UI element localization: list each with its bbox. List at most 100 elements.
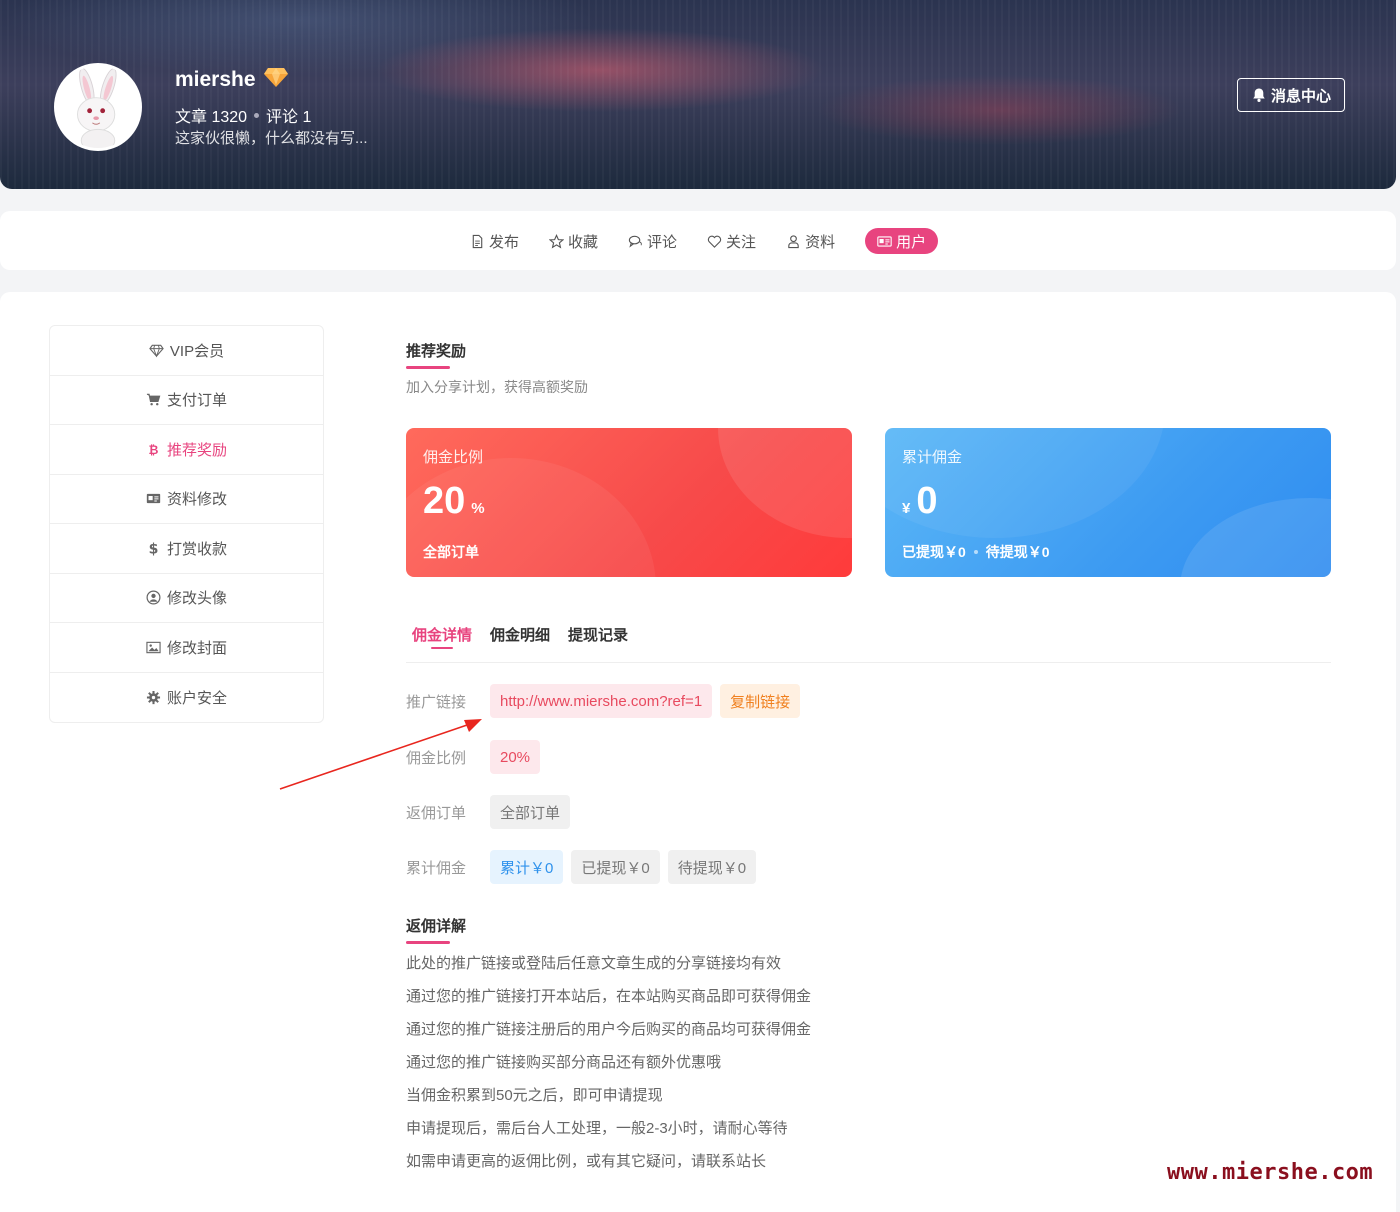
card-value: ¥ 0	[902, 480, 937, 523]
copy-link-button[interactable]: 复制链接	[720, 684, 801, 718]
rebate-orders-label: 返佣订单	[406, 804, 467, 822]
sidebar-item-label: 资料修改	[166, 491, 227, 509]
currency-symbol: ¥	[902, 500, 911, 517]
tab-follow-label: 关注	[726, 233, 757, 251]
tab-profile[interactable]: 资料	[786, 228, 835, 254]
tab-commission-details[interactable]: 佣金详情	[406, 624, 472, 662]
card-decoration	[718, 428, 852, 538]
pending-amount: 待提现￥0	[985, 544, 1050, 560]
sidebar-item-label: 打赏收款	[166, 540, 227, 558]
sidebar-item-label: 修改头像	[166, 590, 227, 608]
withdrawn-amount: 已提现￥0	[902, 544, 966, 560]
commission-rate-card: 佣金比例 20 % 全部订单	[406, 428, 852, 577]
total-commission-label: 累计佣金	[406, 859, 467, 877]
user-bio: 这家伙很懒，什么都没有写...	[175, 130, 368, 147]
rate-scope: 全部订单	[423, 544, 479, 560]
separator-dot	[973, 550, 978, 554]
sidebar-item-avatar[interactable]: 修改头像	[50, 574, 323, 623]
diamond-icon	[149, 344, 164, 358]
avatar[interactable]	[54, 63, 142, 151]
message-center-label: 消息中心	[1270, 87, 1331, 105]
rebate-details-list: 此处的推广链接或登陆后任意文章生成的分享链接均有效 通过您的推广链接打开本站后，…	[406, 953, 811, 1184]
tab-profile-label: 资料	[805, 233, 836, 251]
article-count: 文章 1320	[175, 109, 248, 126]
rebate-title: 返佣详解	[406, 918, 467, 935]
tab-user[interactable]: 用户	[865, 228, 939, 254]
sidebar-item-label: 推荐奖励	[166, 441, 227, 459]
sidebar-item-orders[interactable]: 支付订单	[50, 376, 323, 425]
sidebar-item-label: 支付订单	[166, 392, 227, 410]
rebate-orders-row: 返佣订单 全部订单	[406, 795, 578, 829]
card-foot: 已提现￥0 待提现￥0	[902, 542, 1050, 562]
cart-icon	[146, 394, 161, 406]
image-icon	[146, 641, 161, 653]
profile-nav: 发布 收藏 评论 关注 资料 用户	[0, 211, 1396, 270]
tab-comments[interactable]: 评论	[628, 228, 677, 254]
tab-comments-label: 评论	[647, 233, 678, 251]
total-commission-row: 累计佣金 累计￥0 已提现￥0 待提现￥0	[406, 850, 764, 884]
commission-tabs: 佣金详情 佣金明细 提现记录	[406, 624, 1331, 663]
tab-favorites[interactable]: 收藏	[549, 228, 598, 254]
tab-withdraw-history[interactable]: 提现记录	[562, 624, 628, 662]
card-value: 20 %	[423, 480, 485, 523]
pending-value: 待提现￥0	[667, 850, 757, 884]
rebate-line: 当佣金积累到50元之后，即可申请提现	[406, 1087, 663, 1104]
star-icon	[549, 233, 565, 248]
heart-icon	[707, 235, 722, 248]
sidebar-item-referral[interactable]: ₿ 推荐奖励	[50, 425, 323, 475]
sidebar-menu: VIP会员 支付订单 ₿ 推荐奖励 资料修改 $ 打赏收款 修改头像 修改封面 …	[49, 325, 324, 723]
card-label: 佣金比例	[423, 449, 484, 466]
tab-follow[interactable]: 关注	[707, 228, 756, 254]
id-card-icon	[877, 235, 892, 247]
user-stats: 文章 1320 评论 1	[175, 103, 311, 127]
card-label: 累计佣金	[902, 449, 963, 466]
sidebar-item-cover[interactable]: 修改封面	[50, 623, 323, 673]
profile-banner	[0, 0, 1396, 189]
comment-count: 评论 1	[266, 109, 312, 126]
rebate-line: 通过您的推广链接购买部分商品还有额外优惠哦	[406, 1054, 722, 1071]
sidebar-item-label: 修改封面	[166, 639, 227, 657]
sidebar-item-tips[interactable]: $ 打赏收款	[50, 524, 323, 574]
tab-favorites-label: 收藏	[568, 233, 599, 251]
tab-publish[interactable]: 发布	[470, 228, 519, 254]
message-center-button[interactable]: 消息中心	[1237, 78, 1345, 112]
sidebar-item-label: 账户安全	[166, 689, 227, 707]
referral-header: 推荐奖励 加入分享计划，获得高额奖励	[406, 340, 1331, 397]
card-decoration	[1180, 498, 1331, 577]
rebate-line: 通过您的推广链接注册后的用户今后购买的商品均可获得佣金	[406, 1021, 812, 1038]
tab-publish-label: 发布	[489, 233, 520, 251]
dollar-icon: $	[149, 541, 159, 555]
bitcoin-icon: ₿	[149, 443, 159, 457]
sidebar-item-label: VIP会员	[169, 342, 225, 360]
total-commission-card: 累计佣金 ¥ 0 已提现￥0 待提现￥0	[885, 428, 1331, 577]
tab-user-label: 用户	[896, 233, 927, 251]
svg-text:₿: ₿	[149, 443, 159, 457]
total-number: 0	[916, 480, 938, 522]
bell-icon	[1253, 88, 1265, 102]
vip-diamond-icon	[264, 68, 288, 87]
rebate-line: 通过您的推广链接打开本站后，在本站购买商品即可获得佣金	[406, 988, 812, 1005]
title-underline	[406, 366, 450, 369]
total-commission-value: 累计￥0	[490, 850, 564, 884]
svg-text:$: $	[149, 541, 159, 555]
rebate-line: 如需申请更高的返佣比例，或有其它疑问，请联系站长	[406, 1153, 767, 1170]
referral-link-label: 推广链接	[406, 693, 467, 711]
site-watermark: www.miershe.com	[1167, 1160, 1374, 1185]
rebate-details-header: 返佣详解	[406, 915, 466, 944]
title-underline	[406, 941, 450, 944]
document-icon	[472, 234, 483, 248]
section-title: 推荐奖励	[406, 343, 467, 360]
sidebar-item-vip[interactable]: VIP会员	[50, 326, 323, 376]
sidebar-item-edit-profile[interactable]: 资料修改	[50, 475, 323, 524]
withdrawn-value: 已提现￥0	[571, 850, 660, 884]
tab-commission-records[interactable]: 佣金明细	[484, 624, 550, 662]
commission-rate-value: 20%	[490, 740, 541, 774]
section-subtitle: 加入分享计划，获得高额奖励	[406, 379, 588, 395]
id-card-icon	[146, 494, 161, 504]
rebate-orders-value: 全部订单	[490, 795, 571, 829]
gear-icon	[146, 690, 161, 704]
rebate-line: 此处的推广链接或登陆后任意文章生成的分享链接均有效	[406, 955, 782, 972]
user-circle-icon	[146, 590, 161, 605]
referral-link-value[interactable]: http://www.miershe.com?ref=1	[490, 684, 713, 718]
user-icon	[788, 234, 799, 248]
